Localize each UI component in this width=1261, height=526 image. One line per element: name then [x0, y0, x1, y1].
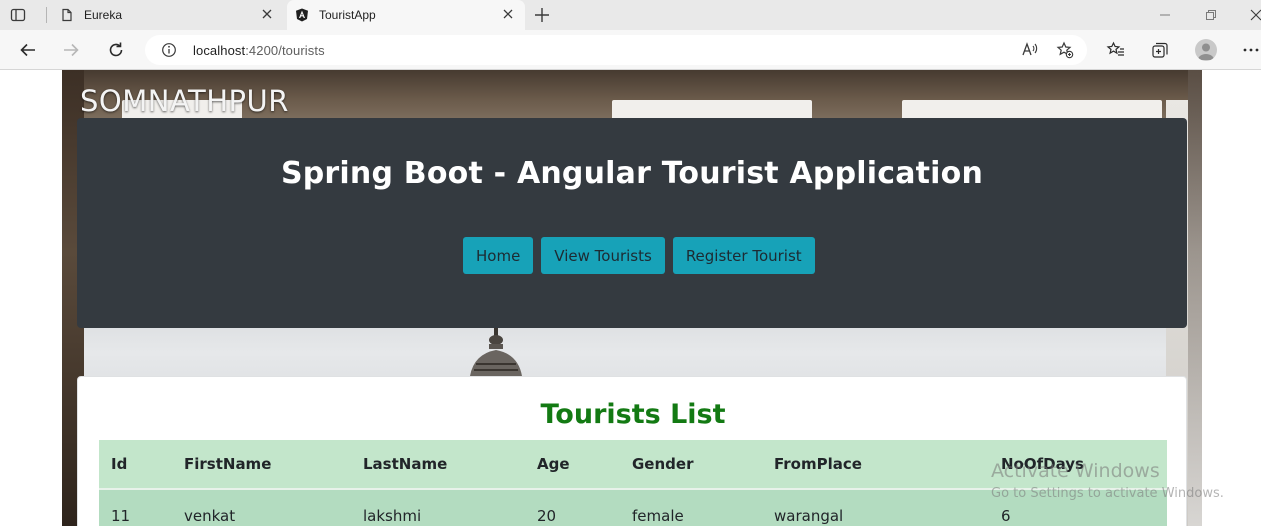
refresh-icon[interactable]: [106, 40, 126, 60]
column-header-lastname: LastName: [351, 440, 525, 490]
profile-avatar-icon[interactable]: [1195, 39, 1217, 61]
close-tab-icon[interactable]: [501, 7, 515, 21]
tab-title: Eureka: [84, 8, 123, 22]
cell-lastname: lakshmi: [363, 506, 422, 525]
tab-eureka[interactable]: Eureka: [52, 0, 284, 30]
site-info-icon[interactable]: [161, 42, 177, 58]
cell-firstname: venkat: [184, 506, 236, 525]
column-header-fromplace: FromPlace: [762, 440, 989, 490]
browser-toolbar: localhost:4200/tourists: [0, 30, 1261, 70]
angular-icon: [295, 8, 309, 22]
column-header-gender: Gender: [620, 440, 762, 490]
cell-id: 11: [111, 506, 131, 525]
home-button[interactable]: Home: [463, 237, 534, 274]
new-tab-icon[interactable]: [533, 6, 551, 24]
browser-tab-bar: Eureka TouristApp: [0, 0, 1261, 30]
add-favorite-icon[interactable]: [1056, 41, 1074, 59]
tab-separator: [46, 7, 47, 23]
header-jumbotron: Spring Boot - Angular Tourist Applicatio…: [77, 118, 1187, 328]
address-bar[interactable]: localhost:4200/tourists: [145, 35, 1087, 65]
forward-icon[interactable]: [61, 40, 81, 60]
url-host: localhost: [193, 43, 246, 58]
tab-actions-icon[interactable]: [10, 6, 38, 24]
close-tab-icon[interactable]: [260, 7, 274, 21]
cell-fromplace: warangal: [774, 506, 844, 525]
minimize-icon[interactable]: [1158, 8, 1172, 22]
read-aloud-icon[interactable]: [1021, 41, 1039, 59]
tourists-card: Tourists List Id FirstName LastName Age …: [77, 376, 1187, 526]
page-title: Spring Boot - Angular Tourist Applicatio…: [280, 156, 984, 191]
register-tourist-button[interactable]: Register Tourist: [672, 237, 815, 274]
page-viewport: SOMNATHPUR Spring Boot - Angular Tourist…: [0, 70, 1261, 526]
column-header-firstname: FirstName: [172, 440, 351, 490]
cell-age: 20: [537, 506, 557, 525]
column-header-id: Id: [99, 440, 172, 490]
back-icon[interactable]: [18, 40, 38, 60]
view-tourists-button[interactable]: View Tourists: [541, 237, 665, 274]
cell-gender: female: [632, 506, 684, 525]
restore-icon[interactable]: [1204, 8, 1218, 22]
activate-windows-watermark: Activate Windows Go to Settings to activ…: [991, 460, 1224, 501]
watermark-line-2: Go to Settings to activate Windows.: [991, 486, 1224, 501]
tab-title: TouristApp: [319, 8, 376, 22]
close-window-icon[interactable]: [1249, 8, 1261, 22]
column-header-age: Age: [525, 440, 620, 490]
background-edge: [1188, 70, 1202, 526]
collections-icon[interactable]: [1150, 40, 1170, 60]
temple-dome-icon: [470, 328, 522, 376]
url-path: :4200/tourists: [245, 43, 325, 58]
list-title: Tourists List: [540, 399, 726, 430]
more-options-icon[interactable]: [1241, 40, 1261, 60]
tab-touristapp[interactable]: TouristApp: [287, 0, 525, 30]
nav-button-group: Home View Tourists Register Tourist: [463, 237, 815, 274]
background-caption: SOMNATHPUR: [80, 84, 289, 118]
watermark-line-1: Activate Windows: [991, 460, 1160, 482]
favorites-icon[interactable]: [1106, 40, 1126, 60]
page-icon: [60, 8, 74, 22]
url-text[interactable]: localhost:4200/tourists: [193, 43, 325, 58]
